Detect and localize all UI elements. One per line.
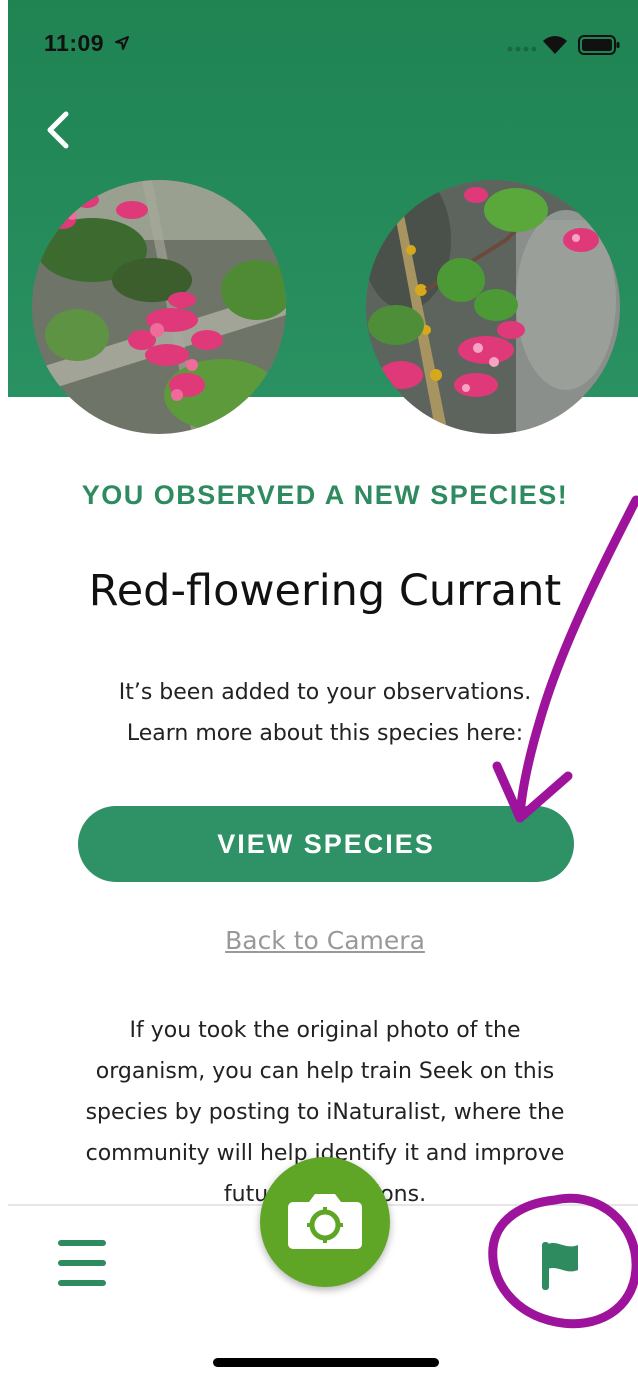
status-time: 11:09 bbox=[44, 30, 105, 56]
camera-icon bbox=[288, 1194, 362, 1249]
observation-result-screen: { "status_bar": { "time": "11:09" }, "ic… bbox=[0, 0, 638, 1376]
species-name: Red-flowering Currant bbox=[88, 566, 562, 616]
intro-line: Learn more about this species here: bbox=[126, 721, 524, 746]
back-to-camera-link[interactable]: Back to Camera bbox=[0, 926, 638, 955]
body-line: species by posting to iNaturalist, where… bbox=[85, 1100, 565, 1125]
camera-button[interactable] bbox=[260, 1157, 390, 1287]
flag-icon bbox=[542, 1242, 578, 1290]
reference-photo bbox=[366, 180, 620, 434]
status-bar: 11:09 bbox=[0, 0, 638, 90]
new-species-headline: YOU OBSERVED A NEW SPECIES! bbox=[81, 480, 569, 510]
hamburger-menu-icon bbox=[58, 1280, 106, 1286]
back-button[interactable] bbox=[40, 108, 80, 152]
annotation-arrow bbox=[515, 495, 638, 820]
hamburger-menu-icon bbox=[58, 1260, 106, 1266]
intro-text: It’s been added to your observations. Le… bbox=[90, 672, 560, 754]
user-photo bbox=[32, 180, 286, 434]
battery-icon bbox=[578, 35, 620, 55]
challenges-flag-button[interactable] bbox=[540, 1240, 580, 1292]
body-line: If you took the original photo of the bbox=[129, 1018, 521, 1043]
menu-button[interactable] bbox=[56, 1238, 106, 1288]
hamburger-menu-icon bbox=[58, 1240, 106, 1246]
chevron-left-icon bbox=[47, 111, 69, 149]
location-arrow-icon bbox=[115, 36, 129, 50]
cellular-signal-icon bbox=[507, 46, 537, 52]
wifi-icon bbox=[543, 36, 567, 54]
intro-line: It’s been added to your observations. bbox=[118, 680, 532, 705]
body-line: organism, you can help train Seek on thi… bbox=[95, 1059, 555, 1084]
view-species-button[interactable]: VIEW SPECIES bbox=[78, 806, 574, 882]
home-indicator bbox=[213, 1358, 439, 1367]
